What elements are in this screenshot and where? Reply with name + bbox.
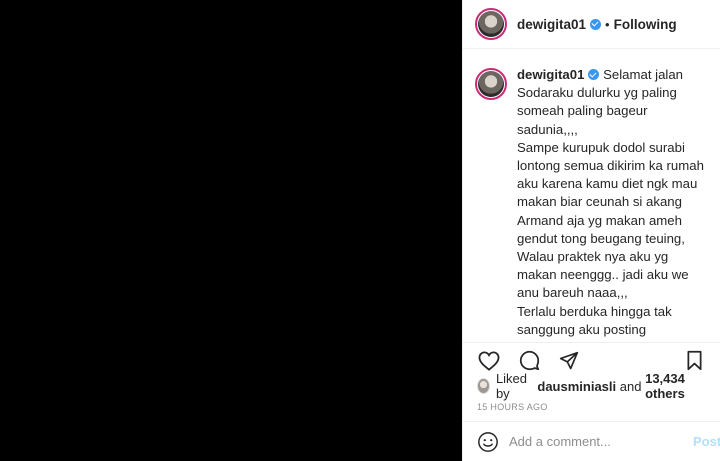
post-side-panel: dewigita01 • Following dewigita01 Selama… [462, 0, 720, 461]
likes-and: and [619, 378, 642, 394]
likes-prefix: Liked by [495, 371, 528, 401]
comment-button[interactable] [517, 349, 541, 373]
post-comment-button[interactable]: Post [693, 434, 720, 449]
add-comment-bar: Post [463, 421, 720, 461]
share-button[interactable] [557, 349, 581, 373]
header-separator: • [605, 16, 610, 32]
caption-avatar-image [478, 71, 504, 97]
post-header: dewigita01 • Following [463, 0, 720, 49]
caption-text: Selamat jalan Sodaraku dulurku yg paling… [517, 67, 704, 337]
author-username[interactable]: dewigita01 [517, 17, 586, 32]
caption-area: dewigita01 Selamat jalan Sodaraku dulurk… [463, 56, 720, 338]
share-icon [559, 351, 579, 369]
caption-author-avatar[interactable] [475, 68, 507, 100]
verified-badge-icon [588, 69, 600, 80]
heart-icon [478, 350, 500, 371]
verified-badge-icon [590, 18, 602, 30]
save-icon [687, 350, 701, 371]
liker-avatar[interactable] [477, 378, 490, 394]
post-modal: dewigita01 • Following dewigita01 Selama… [0, 0, 720, 461]
post-timestamp[interactable]: 15 HOURS AGO [477, 402, 548, 412]
author-avatar[interactable] [475, 8, 507, 40]
like-button[interactable] [477, 349, 501, 373]
likes-others-link[interactable]: 13,434 others [645, 371, 710, 401]
author-avatar-image [478, 11, 504, 37]
caption-username[interactable]: dewigita01 [517, 67, 584, 82]
liker-username[interactable]: dausminiasli [537, 379, 616, 394]
save-button[interactable] [682, 349, 706, 373]
comment-icon [519, 350, 539, 371]
emoji-button[interactable] [477, 431, 499, 453]
following-button[interactable]: Following [614, 17, 677, 32]
caption: dewigita01 Selamat jalan Sodaraku dulurk… [517, 66, 710, 338]
post-media[interactable] [0, 0, 462, 461]
comment-input[interactable] [509, 434, 685, 449]
likes-summary: Liked by dausminiasli and 13,434 others [477, 371, 710, 401]
emoji-icon [478, 431, 498, 452]
